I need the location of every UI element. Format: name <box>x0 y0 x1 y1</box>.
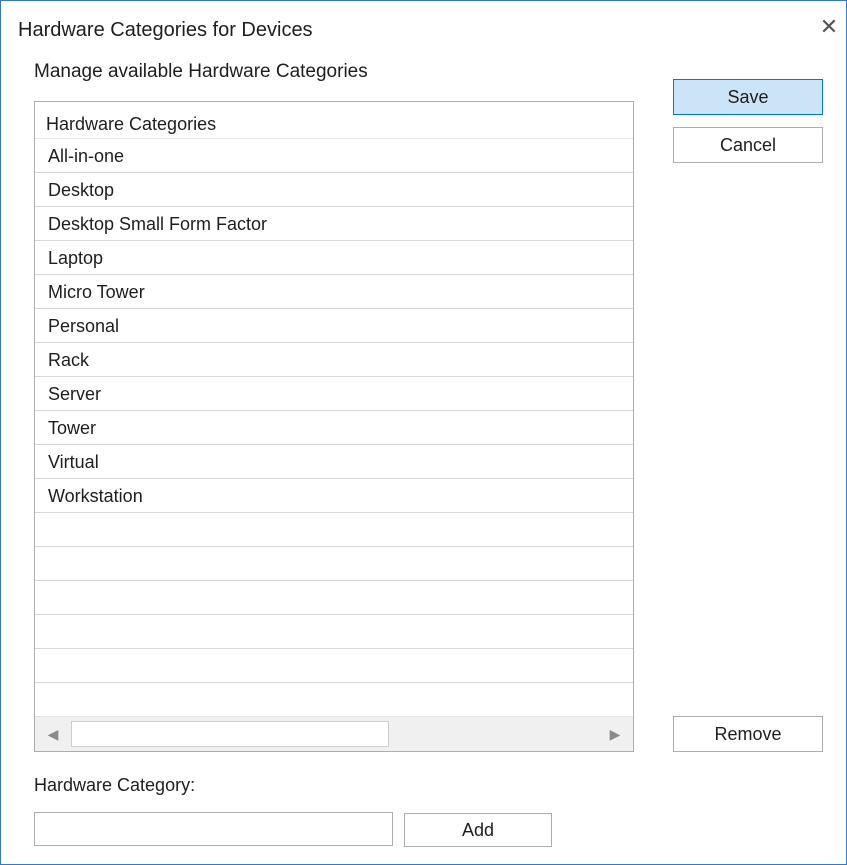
empty-list-row[interactable] <box>35 683 633 717</box>
arrow-right-icon[interactable]: ▶ <box>597 717 633 751</box>
remove-button[interactable]: Remove <box>673 716 823 752</box>
hardware-categories-list[interactable]: Hardware Categories All-in-one Desktop D… <box>34 101 634 752</box>
list-item[interactable]: Virtual <box>35 445 633 479</box>
empty-list-row[interactable] <box>35 581 633 615</box>
list-item[interactable]: Tower <box>35 411 633 445</box>
empty-list-row[interactable] <box>35 513 633 547</box>
hardware-category-label: Hardware Category: <box>34 775 196 795</box>
empty-list-row[interactable] <box>35 547 633 581</box>
section-subtitle: Manage available Hardware Categories <box>34 61 368 82</box>
list-item[interactable]: Laptop <box>35 241 633 275</box>
empty-list-row[interactable] <box>35 649 633 683</box>
add-button[interactable]: Add <box>404 813 552 847</box>
list-item[interactable]: Micro Tower <box>35 275 633 309</box>
list-item[interactable]: Personal <box>35 309 633 343</box>
dialog-window: Hardware Categories for Devices ✕ Manage… <box>0 0 847 865</box>
column-header[interactable]: Hardware Categories <box>35 102 633 139</box>
list-item[interactable]: Desktop <box>35 173 633 207</box>
close-icon[interactable]: ✕ <box>817 15 841 39</box>
list-item[interactable]: Server <box>35 377 633 411</box>
list-item[interactable]: All-in-one <box>35 139 633 173</box>
dialog-title: Hardware Categories for Devices <box>18 19 313 41</box>
list-rows: All-in-one Desktop Desktop Small Form Fa… <box>35 139 633 717</box>
list-item[interactable]: Workstation <box>35 479 633 513</box>
scrollbar-thumb[interactable] <box>71 721 389 747</box>
horizontal-scrollbar[interactable]: ◀ ▶ <box>35 716 633 751</box>
save-button[interactable]: Save <box>673 79 823 115</box>
arrow-left-icon[interactable]: ◀ <box>35 717 71 751</box>
empty-list-row[interactable] <box>35 615 633 649</box>
list-item[interactable]: Rack <box>35 343 633 377</box>
cancel-button[interactable]: Cancel <box>673 127 823 163</box>
hardware-category-input[interactable] <box>34 812 393 846</box>
list-item[interactable]: Desktop Small Form Factor <box>35 207 633 241</box>
